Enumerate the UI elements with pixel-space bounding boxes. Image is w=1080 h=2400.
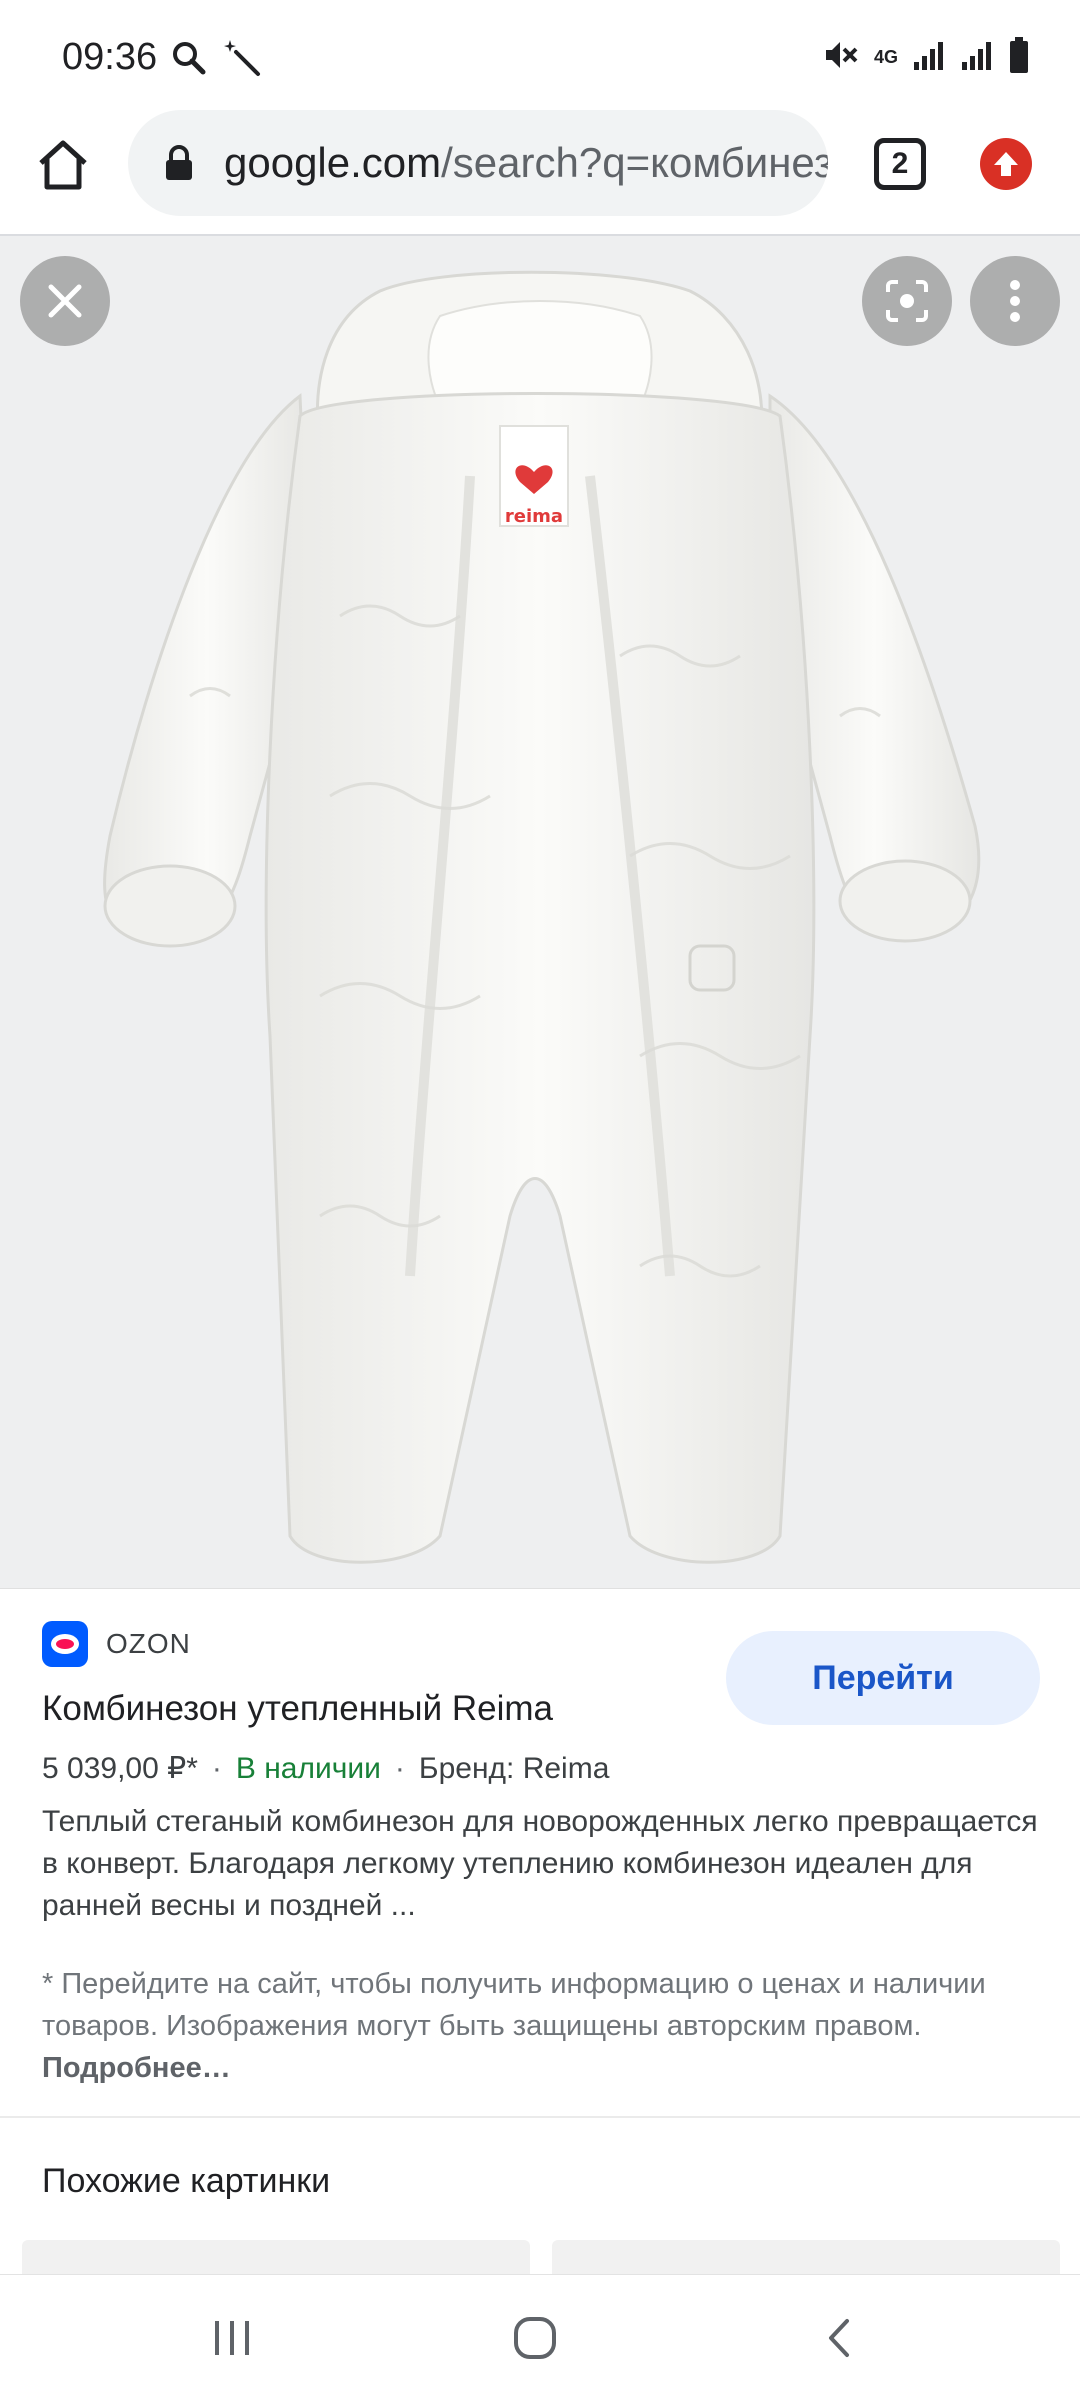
similar-image-thumbnail[interactable] — [552, 2240, 1060, 2274]
back-button[interactable] — [800, 2305, 880, 2371]
home-circle-icon — [514, 2317, 556, 2359]
recents-button[interactable] — [192, 2305, 272, 2371]
source-name: OZON — [106, 1628, 191, 1659]
status-left-icons — [170, 38, 262, 83]
product-meta-row: 5 039,00 ₽* · В наличии · Бренд: Reima — [42, 1751, 609, 1786]
lock-icon — [166, 145, 192, 180]
more-options-button[interactable] — [970, 256, 1060, 346]
arrow-up-icon — [994, 152, 1018, 176]
nav-home-button[interactable] — [495, 2305, 575, 2371]
ozon-logo-icon — [42, 1621, 88, 1667]
vibrate-mute-icon — [822, 36, 860, 79]
product-title[interactable]: Комбинезон утепленный Reima — [42, 1689, 553, 1729]
lens-icon — [886, 280, 928, 322]
tag-text: reima — [505, 506, 563, 527]
more-info-link[interactable]: Подробнее… — [42, 2052, 231, 2084]
section-divider — [0, 2116, 1080, 2118]
search-icon — [170, 39, 208, 82]
similar-image-thumbnail[interactable] — [22, 2240, 530, 2274]
more-vert-icon — [1010, 280, 1020, 322]
close-icon — [48, 284, 82, 318]
url-host: google.com — [224, 139, 442, 186]
similar-images-heading: Похожие картинки — [42, 2162, 331, 2200]
separator-dot: · — [394, 1752, 405, 1785]
address-bar[interactable]: google.com/search?q=комбинезон — [128, 110, 828, 216]
image-viewer[interactable]: reima — [0, 236, 1080, 1588]
brand: Бренд: Reima — [418, 1752, 610, 1785]
url-text: google.com/search?q=комбинезон — [224, 139, 828, 187]
status-right-icons: 4G — [822, 36, 1030, 79]
status-bar: 09:36 4G — [0, 0, 1080, 110]
result-info-panel: OZON Перейти Комбинезон утепленный Reima… — [0, 1588, 1080, 2118]
status-time: 09:36 — [62, 36, 158, 78]
disclaimer-text: * Перейдите на сайт, чтобы получить инфо… — [42, 1968, 986, 2042]
url-path: /search?q=комбинезон — [441, 139, 828, 186]
battery-icon — [1008, 36, 1030, 79]
update-button[interactable] — [980, 138, 1032, 190]
recents-icon — [215, 2321, 249, 2355]
home-button[interactable] — [30, 132, 96, 198]
copyright-disclaimer: * Перейдите на сайт, чтобы получить инфо… — [42, 1963, 1042, 2089]
home-icon — [39, 140, 87, 190]
back-chevron-icon — [829, 2319, 849, 2357]
visit-button[interactable]: Перейти — [726, 1631, 1040, 1725]
tab-switcher-button[interactable]: 2 — [874, 138, 926, 190]
product-description: Теплый стеганый комбинезон для новорожде… — [42, 1805, 1038, 1922]
source-row[interactable]: OZON — [42, 1621, 191, 1667]
browser-toolbar: google.com/search?q=комбинезон 2 — [0, 110, 1080, 236]
signal-icon — [912, 38, 946, 77]
signal-2-icon — [960, 38, 994, 77]
price: 5 039,00 ₽* — [42, 1752, 198, 1785]
magic-wand-icon — [222, 38, 262, 83]
system-nav-bar — [0, 2274, 1080, 2400]
product-image: reima — [103, 270, 981, 1564]
close-viewer-button[interactable] — [20, 256, 110, 346]
stock-status: В наличии — [235, 1752, 381, 1785]
google-lens-button[interactable] — [862, 256, 952, 346]
separator-dot: · — [211, 1752, 222, 1785]
network-type-label: 4G — [873, 47, 898, 67]
